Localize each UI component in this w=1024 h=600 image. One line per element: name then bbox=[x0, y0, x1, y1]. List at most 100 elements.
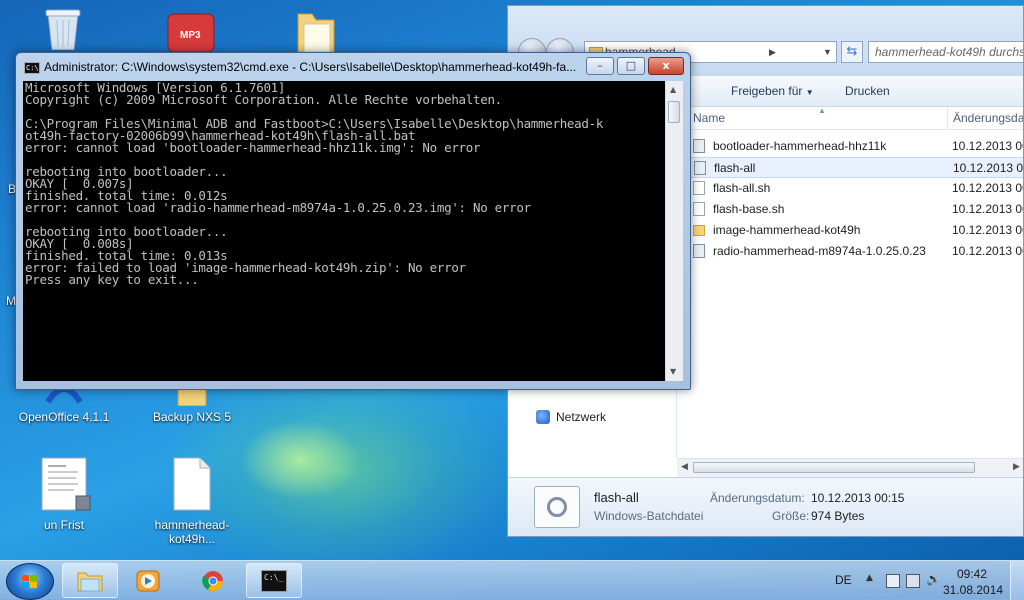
desktop-icon-label: hammerhead-kot49h... bbox=[154, 518, 230, 546]
file-row[interactable]: image-hammerhead-kot49h 10.12.2013 00:..… bbox=[689, 220, 1023, 241]
taskbar-cmd-button[interactable]: C:\_ bbox=[246, 563, 302, 598]
column-date[interactable]: Änderungsdatum bbox=[953, 111, 1023, 125]
details-pane: flash-all Windows-Batchdatei Änderungsda… bbox=[508, 477, 1023, 536]
minimize-button[interactable]: – bbox=[586, 57, 614, 75]
batch-file-icon bbox=[534, 486, 580, 528]
network-icon bbox=[536, 410, 550, 424]
blank-file-icon bbox=[173, 457, 211, 511]
file-row[interactable]: flash-base.sh 10.12.2013 00:... bbox=[689, 199, 1023, 220]
file-icon bbox=[693, 244, 705, 258]
column-header: Name ▲ Änderungsdatum bbox=[677, 106, 1023, 130]
print-button[interactable]: Drucken bbox=[845, 76, 890, 106]
refresh-icon: ⇆ bbox=[846, 44, 858, 59]
file-name: flash-base.sh bbox=[713, 202, 785, 216]
batch-file-icon bbox=[694, 161, 706, 175]
desktop-icon-label: un Frist bbox=[43, 518, 84, 532]
file-date: 10.12.2013 00:... bbox=[952, 181, 1023, 195]
recycle-bin-icon[interactable] bbox=[40, 6, 86, 51]
details-size-value: 974 Bytes bbox=[811, 509, 865, 523]
details-file-type: Windows-Batchdatei bbox=[594, 509, 704, 523]
search-input[interactable]: hammerhead-kot49h durchsuchen bbox=[868, 41, 1023, 63]
taskbar-chrome-button[interactable] bbox=[185, 563, 241, 598]
language-indicator[interactable]: DE bbox=[835, 573, 852, 587]
file-row-selected[interactable]: flash-all 10.12.2013 00:... bbox=[689, 157, 1024, 178]
clock-time[interactable]: 09:42 bbox=[957, 567, 987, 581]
file-name: bootloader-hammerhead-hhz11k bbox=[713, 139, 887, 153]
close-button[interactable]: x bbox=[648, 57, 684, 75]
file-icon bbox=[693, 139, 705, 153]
search-placeholder: hammerhead-kot49h durchsuchen bbox=[875, 45, 1023, 59]
taskbar-explorer-button[interactable] bbox=[62, 563, 118, 598]
taskbar-media-player-button[interactable] bbox=[120, 563, 176, 598]
file-icon bbox=[693, 181, 705, 195]
scroll-left-icon[interactable]: ◀ bbox=[681, 462, 688, 472]
file-icon bbox=[693, 202, 705, 216]
scroll-right-icon[interactable]: ▶ bbox=[1013, 462, 1020, 472]
console-output[interactable]: Microsoft Windows [Version 6.1.7601] Cop… bbox=[23, 81, 665, 381]
horizontal-scrollbar[interactable]: ◀ ▶ bbox=[677, 458, 1023, 477]
details-date-label: Änderungsdatum: bbox=[710, 491, 805, 505]
taskbar: C:\_ DE ▲ 🔊 09:42 31.08.2014 bbox=[0, 560, 1024, 600]
desktop-icon-document[interactable]: un Frist bbox=[14, 456, 114, 532]
maximize-button[interactable]: □ bbox=[617, 57, 645, 75]
refresh-button[interactable]: ⇆ bbox=[841, 41, 863, 63]
file-row[interactable]: flash-all.sh 10.12.2013 00:... bbox=[689, 178, 1023, 199]
scroll-up-icon[interactable]: ▲ bbox=[670, 85, 676, 94]
nav-item-network[interactable]: Netzwerk bbox=[536, 410, 606, 424]
nav-item-label: Netzwerk bbox=[556, 410, 607, 424]
file-date: 10.12.2013 00:... bbox=[952, 244, 1023, 258]
file-date: 10.12.2013 00:... bbox=[952, 223, 1023, 237]
scrollbar-thumb[interactable] bbox=[693, 462, 975, 473]
chevron-down-icon[interactable]: ▼ bbox=[823, 42, 832, 62]
share-menu-button[interactable]: Freigeben für ▼ bbox=[731, 76, 814, 108]
windows-logo-icon bbox=[22, 575, 38, 589]
document-icon bbox=[41, 457, 91, 511]
scroll-down-icon[interactable]: ▼ bbox=[670, 367, 676, 376]
maximize-icon: □ bbox=[625, 59, 637, 72]
cmd-window[interactable]: C:\ Administrator: C:\Windows\system32\c… bbox=[15, 52, 691, 390]
desktop-icon-label: Backup NXS 5 bbox=[152, 410, 232, 424]
details-file-name: flash-all bbox=[594, 490, 639, 505]
folder-icon bbox=[77, 572, 103, 592]
sort-up-icon: ▲ bbox=[818, 106, 826, 115]
file-name: flash-all.sh bbox=[713, 181, 771, 195]
minimize-icon: – bbox=[597, 59, 603, 72]
column-separator[interactable] bbox=[947, 107, 948, 129]
desktop-icon-label: OpenOffice 4.1.1 bbox=[18, 410, 110, 424]
chevron-right-icon: ▶ bbox=[769, 47, 776, 57]
column-name[interactable]: Name bbox=[693, 111, 725, 125]
details-size-label: Größe: bbox=[772, 509, 810, 523]
file-name: flash-all bbox=[714, 161, 756, 175]
action-center-icon[interactable] bbox=[886, 574, 900, 588]
vertical-scrollbar[interactable]: ▲ ▼ bbox=[665, 81, 683, 381]
volume-icon[interactable]: 🔊 bbox=[926, 572, 941, 586]
file-name: image-hammerhead-kot49h bbox=[713, 223, 861, 237]
network-icon[interactable] bbox=[906, 574, 920, 588]
chevron-down-icon: ▼ bbox=[805, 88, 814, 97]
show-hidden-icons-icon[interactable]: ▲ bbox=[866, 573, 878, 585]
file-date: 10.12.2013 00:... bbox=[953, 161, 1024, 175]
share-label: Freigeben für bbox=[731, 84, 803, 98]
media-player-icon bbox=[136, 570, 160, 592]
show-desktop-button[interactable] bbox=[1010, 561, 1024, 600]
window-title: Administrator: C:\Windows\system32\cmd.e… bbox=[44, 60, 577, 74]
wallpaper-glow-core bbox=[240, 420, 360, 500]
file-row[interactable]: bootloader-hammerhead-hhz11k 10.12.2013 … bbox=[689, 136, 1023, 157]
details-date-value: 10.12.2013 00:15 bbox=[811, 491, 905, 505]
folder-icon[interactable] bbox=[294, 8, 338, 53]
console-app-icon[interactable]: C:\ bbox=[24, 62, 40, 74]
file-row[interactable]: radio-hammerhead-m8974a-1.0.25.0.23 10.1… bbox=[689, 241, 1023, 262]
start-button[interactable] bbox=[6, 563, 54, 600]
console-text: Microsoft Windows [Version 6.1.7601] Cop… bbox=[25, 81, 604, 287]
file-date: 10.12.2013 00:... bbox=[952, 202, 1023, 216]
folder-icon bbox=[693, 225, 705, 236]
close-icon: x bbox=[662, 59, 670, 72]
file-name: radio-hammerhead-m8974a-1.0.25.0.23 bbox=[713, 244, 926, 258]
mp3-file-icon[interactable]: MP3 bbox=[166, 12, 216, 53]
desktop-icon-file[interactable]: hammerhead-kot49h... bbox=[142, 456, 242, 546]
clock-date[interactable]: 31.08.2014 bbox=[943, 583, 1003, 597]
console-icon: C:\_ bbox=[261, 570, 287, 592]
chrome-icon bbox=[202, 571, 223, 591]
scrollbar-thumb[interactable] bbox=[668, 101, 680, 123]
file-date: 10.12.2013 00:... bbox=[952, 139, 1023, 153]
